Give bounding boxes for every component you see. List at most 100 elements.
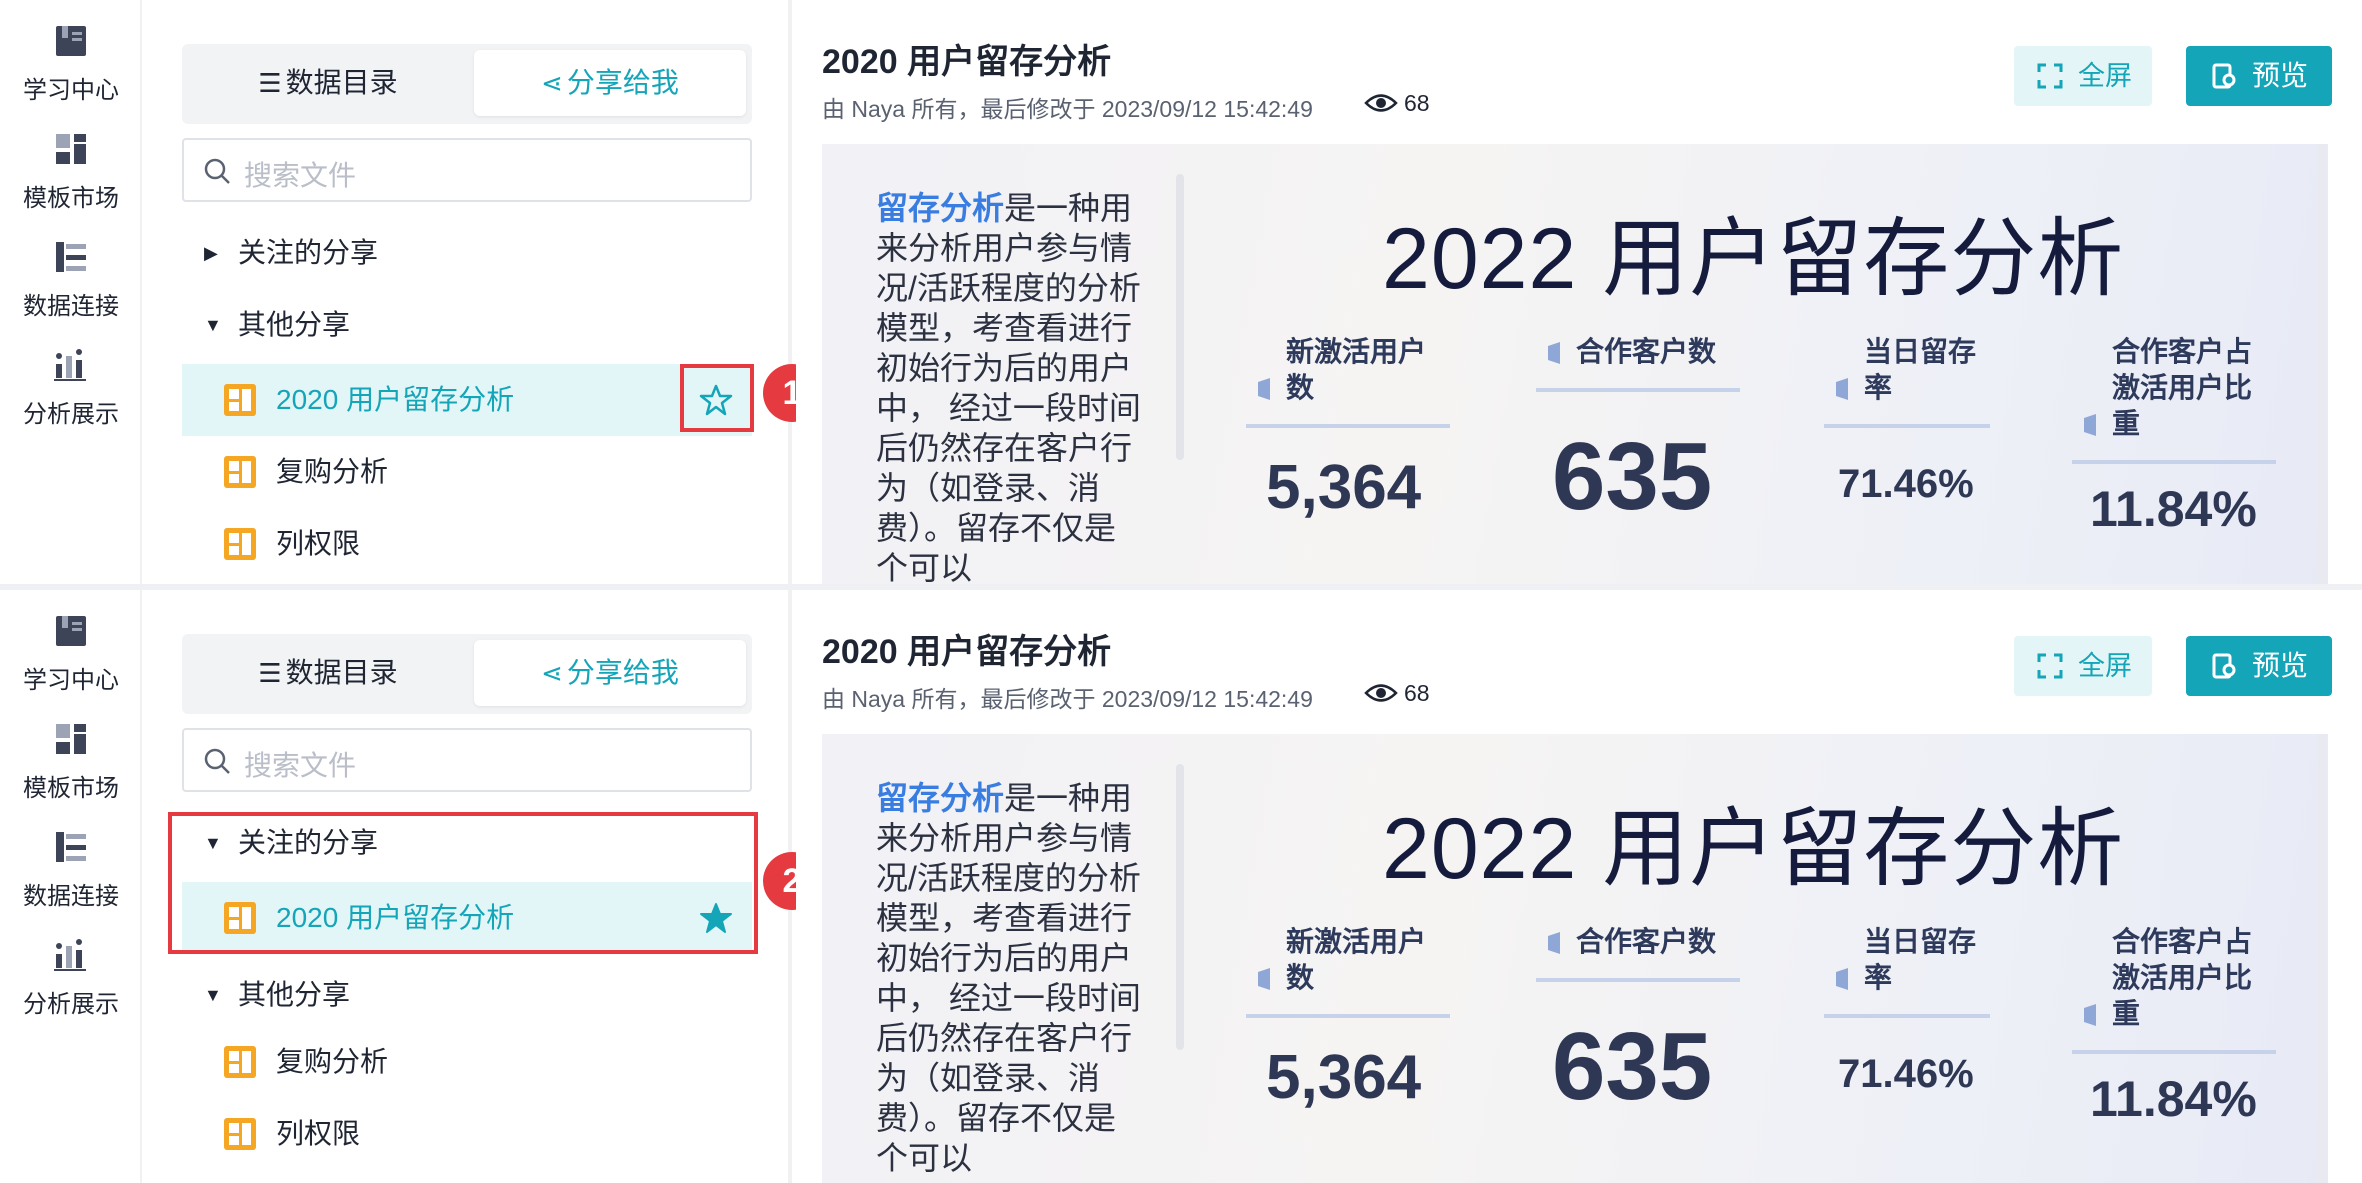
kpi-label: 合作客户占激活用户比重 bbox=[2072, 924, 2276, 1032]
doc-meta: 由 Naya 所有，最后修改于 2023/09/12 15:42:49 bbox=[822, 96, 1313, 122]
kpi-same-day-retention: 当日留存率 71.46% bbox=[1824, 334, 1990, 506]
intro-text: 留存分析是一种用来分析用户参与情况/活跃程度的分析模型，考查看进行初始行为后的用… bbox=[876, 188, 1146, 584]
list-item[interactable]: 列权限 bbox=[182, 508, 752, 580]
search-placeholder: 搜索文件 bbox=[244, 750, 357, 781]
kpi-value: 5,364 bbox=[1266, 453, 1422, 522]
preview-button[interactable]: 预览 bbox=[2186, 46, 2332, 106]
nav-item-learning[interactable]: 学习中心 bbox=[0, 22, 142, 105]
fullscreen-button[interactable]: 全屏 bbox=[2014, 636, 2152, 696]
file-tabs: ☰ 数据目录 ⋖ 分享给我 bbox=[182, 634, 752, 714]
list-item[interactable]: 2020 用户留存分析 bbox=[182, 364, 752, 436]
kpi-value: 5,364 bbox=[1266, 1043, 1422, 1112]
file-tabs: ☰ 数据目录 ⋖ 分享给我 bbox=[182, 44, 752, 124]
tab-shared-with-me[interactable]: ⋖ 分享给我 bbox=[474, 640, 746, 706]
list-item[interactable]: 复购分析 bbox=[182, 436, 752, 508]
template-icon bbox=[56, 134, 86, 164]
nav-item-analysis[interactable]: 分析展示 bbox=[0, 936, 142, 1019]
kpi-marker-icon bbox=[1836, 968, 1848, 990]
nav-label: 分析展示 bbox=[23, 401, 119, 428]
data-connect-icon bbox=[56, 832, 86, 862]
kpi-partner-customers: 合作客户数 635 bbox=[1536, 924, 1740, 1120]
kpi-value: 11.84% bbox=[2090, 481, 2257, 537]
book-icon bbox=[56, 26, 86, 56]
highlight-box-star bbox=[680, 364, 754, 432]
kpi-label-text: 合作客户数 bbox=[1576, 336, 1717, 367]
tab-data-catalog[interactable]: ☰ 数据目录 bbox=[188, 50, 468, 116]
eye-icon bbox=[1364, 684, 1398, 702]
kpi-value: 635 bbox=[1552, 423, 1713, 530]
kpi-value: 71.46% bbox=[1838, 462, 1974, 506]
kpi-underline bbox=[1536, 388, 1740, 392]
kpi-marker-icon bbox=[1548, 342, 1560, 364]
intro-body: 是一种用来分析用户参与情况/活跃程度的分析模型，考查看进行初始行为后的用户中， … bbox=[876, 190, 1141, 584]
kpi-label-text: 合作客户数 bbox=[1576, 926, 1717, 957]
nav-item-analysis[interactable]: 分析展示 bbox=[0, 346, 142, 429]
tab-data-catalog[interactable]: ☰ 数据目录 bbox=[188, 640, 468, 706]
group-followed-shares[interactable]: ▶ 关注的分享 bbox=[182, 218, 752, 288]
share-icon: ⋖ bbox=[541, 658, 563, 688]
list-item[interactable]: 列权限 bbox=[182, 1098, 752, 1170]
text-scrollbar[interactable] bbox=[1176, 174, 1184, 460]
file-name: 复购分析 bbox=[276, 456, 389, 487]
nav-item-data-connect[interactable]: 数据连接 bbox=[0, 238, 142, 321]
dashboard-file-icon bbox=[224, 1118, 256, 1150]
kpi-new-users: 新激活用户数 5,364 bbox=[1246, 334, 1450, 522]
kpi-partner-ratio: 合作客户占激活用户比重 11.84% bbox=[2072, 334, 2276, 537]
doc-meta: 由 Naya 所有，最后修改于 2023/09/12 15:42:49 bbox=[822, 686, 1313, 712]
dashboard-canvas: 留存分析是一种用来分析用户参与情况/活跃程度的分析模型，考查看进行初始行为后的用… bbox=[822, 734, 2328, 1183]
kpi-underline bbox=[1824, 1014, 1990, 1018]
kpi-new-users: 新激活用户数 5,364 bbox=[1246, 924, 1450, 1112]
caret-down-icon: ▼ bbox=[204, 315, 222, 335]
file-name: 2020 用户留存分析 bbox=[276, 384, 515, 415]
text-scrollbar[interactable] bbox=[1176, 764, 1184, 1050]
kpi-label-text: 新激活用户数 bbox=[1286, 926, 1427, 993]
canvas-scrollbar[interactable] bbox=[2318, 734, 2326, 1183]
group-label: 其他分享 bbox=[238, 309, 351, 340]
nav-label: 模板市场 bbox=[23, 775, 119, 802]
nav-item-data-connect[interactable]: 数据连接 bbox=[0, 828, 142, 911]
kpi-label-text: 新激活用户数 bbox=[1286, 336, 1427, 403]
group-label: 其他分享 bbox=[238, 979, 351, 1010]
file-name: 列权限 bbox=[276, 1118, 361, 1149]
view-count: 68 bbox=[1404, 680, 1430, 706]
kpi-label-text: 合作客户占激活用户比重 bbox=[2112, 926, 2253, 1029]
nav-label: 分析展示 bbox=[23, 991, 119, 1018]
kpi-label: 当日留存率 bbox=[1824, 924, 1990, 996]
dashboard-view: 2020 用户留存分析 由 Naya 所有，最后修改于 2023/09/12 1… bbox=[796, 590, 2362, 1183]
share-icon: ⋖ bbox=[541, 68, 563, 98]
kpi-marker-icon bbox=[1836, 378, 1848, 400]
tab-label: 数据目录 bbox=[285, 657, 398, 688]
kpi-label: 当日留存率 bbox=[1824, 334, 1990, 406]
list-item[interactable]: 复购分析 bbox=[182, 1026, 752, 1098]
nav-item-templates[interactable]: 模板市场 bbox=[0, 130, 142, 213]
page-title: 2020 用户留存分析 bbox=[822, 633, 1112, 671]
template-icon bbox=[56, 724, 86, 754]
screenshot-step-1: 学习中心 模板市场 数据连接 分析展示 ☰ 数据目录 ⋖ 分享给我 搜索文件 ▶ 关… bbox=[0, 0, 2362, 584]
search-input[interactable]: 搜索文件 bbox=[182, 728, 752, 792]
nav-label: 数据连接 bbox=[23, 883, 119, 910]
data-connect-icon bbox=[56, 242, 86, 272]
view-count: 68 bbox=[1404, 90, 1430, 116]
dashboard-file-icon bbox=[224, 456, 256, 488]
group-other-shares[interactable]: ▼ 其他分享 bbox=[182, 960, 752, 1030]
group-other-shares[interactable]: ▼ 其他分享 bbox=[182, 290, 752, 360]
page-title: 2020 用户留存分析 bbox=[822, 43, 1112, 81]
kpi-underline bbox=[1536, 978, 1740, 982]
dashboard-file-icon bbox=[224, 384, 256, 416]
nav-label: 数据连接 bbox=[23, 293, 119, 320]
tab-label: 分享给我 bbox=[566, 67, 679, 98]
nav-item-learning[interactable]: 学习中心 bbox=[0, 612, 142, 695]
search-icon bbox=[204, 748, 230, 774]
kpi-same-day-retention: 当日留存率 71.46% bbox=[1824, 924, 1990, 1096]
canvas-scrollbar[interactable] bbox=[2318, 144, 2326, 584]
fullscreen-button[interactable]: 全屏 bbox=[2014, 46, 2152, 106]
dashboard-view: 2020 用户留存分析 由 Naya 所有，最后修改于 2023/09/12 1… bbox=[796, 0, 2362, 584]
caret-down-icon: ▼ bbox=[204, 985, 222, 1005]
search-input[interactable]: 搜索文件 bbox=[182, 138, 752, 202]
highlight-box-followed bbox=[168, 812, 758, 954]
tab-shared-with-me[interactable]: ⋖ 分享给我 bbox=[474, 50, 746, 116]
nav-item-templates[interactable]: 模板市场 bbox=[0, 720, 142, 803]
preview-button[interactable]: 预览 bbox=[2186, 636, 2332, 696]
file-panel: ☰ 数据目录 ⋖ 分享给我 搜索文件 ▼ 关注的分享 2020 用户留存分析 ▼ 其… bbox=[142, 590, 792, 1183]
search-placeholder: 搜索文件 bbox=[244, 160, 357, 191]
